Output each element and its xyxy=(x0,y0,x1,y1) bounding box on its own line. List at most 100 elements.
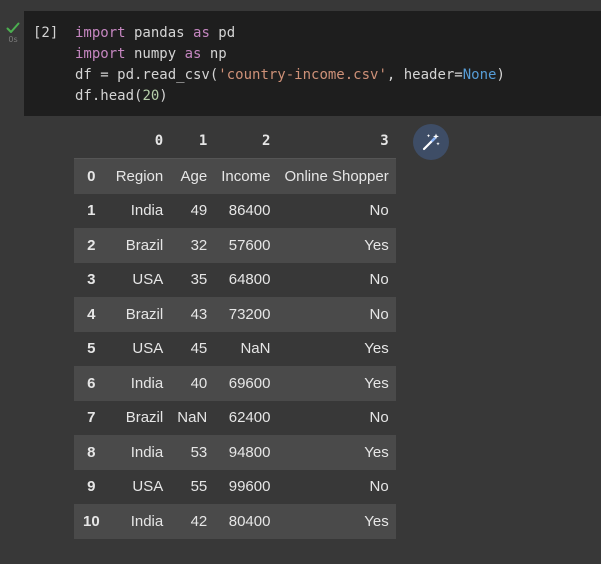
row-index-cell: 6 xyxy=(87,374,96,392)
table-cell: 45 xyxy=(190,340,208,358)
table-cell: 35 xyxy=(190,271,208,289)
table-row: 2 Brazil 32 57600 Yes xyxy=(74,228,396,263)
table-cell: 69600 xyxy=(228,374,271,392)
interactive-table-button[interactable] xyxy=(413,124,449,160)
code-token: ) xyxy=(159,88,168,104)
table-cell: India xyxy=(130,374,164,392)
row-index-cell: 1 xyxy=(87,202,96,220)
notebook-page: 0s [2] import pandas as pd import numpy a… xyxy=(0,0,601,564)
table-cell: No xyxy=(369,202,389,220)
code-token: numpy xyxy=(125,46,185,62)
execution-time: 0s xyxy=(8,35,18,44)
code-line: import pandas as pd xyxy=(75,23,505,44)
column-header-cell: 0 xyxy=(108,124,171,159)
row-index-cell: 10 xyxy=(83,512,100,530)
table-cell: India xyxy=(130,202,164,220)
table-cell: 42 xyxy=(190,512,208,530)
code-token: import xyxy=(75,46,126,62)
table-cell: 43 xyxy=(190,305,208,323)
column-header-cell: 3 xyxy=(277,124,396,159)
row-index-cell: 7 xyxy=(87,409,96,427)
column-header-cell: 1 xyxy=(170,124,215,159)
table-cell: No xyxy=(369,478,389,496)
table-row: 10 India 42 80400 Yes xyxy=(74,504,396,539)
table-row: 0 Region Age Income Online Shopper xyxy=(74,158,396,194)
execution-count: [2] xyxy=(33,25,59,41)
row-index-cell: 8 xyxy=(87,443,96,461)
table-cell: No xyxy=(369,305,389,323)
table-row: 8 India 53 94800 Yes xyxy=(74,435,396,470)
code-line: import numpy as np xyxy=(75,44,505,65)
cell-run-status[interactable]: 0s xyxy=(6,22,20,44)
code-cell[interactable]: [2] import pandas as pd import numpy as n… xyxy=(24,11,601,116)
table-cell: 99600 xyxy=(228,478,271,496)
table-cell: NaN xyxy=(240,340,271,358)
code-token: as xyxy=(184,46,202,62)
table-cell: 86400 xyxy=(228,202,271,220)
table-cell: 62400 xyxy=(228,409,271,427)
table-cell: 32 xyxy=(190,236,208,254)
index-header-cell xyxy=(74,124,109,159)
code-editor[interactable]: import pandas as pd import numpy as np df … xyxy=(75,23,505,107)
table-cell: 40 xyxy=(190,374,208,392)
table-cell: USA xyxy=(132,478,164,496)
table-cell: No xyxy=(369,409,389,427)
table-cell: Brazil xyxy=(125,409,164,427)
table-cell: 64800 xyxy=(228,271,271,289)
code-line: df.head(20) xyxy=(75,86,505,107)
table-cell: Online Shopper xyxy=(284,167,389,185)
row-index-cell: 3 xyxy=(87,271,96,289)
code-token: 'country-income.csv' xyxy=(218,67,387,83)
table-row: 6 India 40 69600 Yes xyxy=(74,366,396,401)
table-cell: Region xyxy=(115,167,164,185)
table-cell: Yes xyxy=(364,340,389,358)
row-index-cell: 5 xyxy=(87,340,96,358)
table-cell: Income xyxy=(221,167,271,185)
table-cell: 94800 xyxy=(228,443,271,461)
table-row: 1 India 49 86400 No xyxy=(74,193,396,228)
table-cell: USA xyxy=(132,340,164,358)
code-token: None xyxy=(462,67,497,83)
table-cell: 73200 xyxy=(228,305,271,323)
table-cell: Brazil xyxy=(125,236,164,254)
table-cell: No xyxy=(369,271,389,289)
table-cell: 57600 xyxy=(228,236,271,254)
table-cell: Yes xyxy=(364,512,389,530)
table-cell: USA xyxy=(132,271,164,289)
code-token: as xyxy=(193,25,210,41)
row-index-cell: 9 xyxy=(87,478,96,496)
table-row: 4 Brazil 43 73200 No xyxy=(74,297,396,332)
table-row: 7 Brazil NaN 62400 No xyxy=(74,400,396,435)
table-cell: India xyxy=(130,512,164,530)
code-token: import xyxy=(75,25,126,41)
code-token: ) xyxy=(496,67,505,83)
row-index-cell: 4 xyxy=(87,305,96,323)
table-cell: Yes xyxy=(364,236,389,254)
code-line: df = pd.read_csv('country-income.csv', h… xyxy=(75,65,505,86)
code-token: pandas xyxy=(125,25,194,41)
column-header-row: 0123 xyxy=(74,124,396,159)
table-cell: 53 xyxy=(190,443,208,461)
dataframe-table: 0123 0 Region Age Income Online Shopper 1 Indi… xyxy=(74,124,396,539)
table-row: 5 USA 45 NaN Yes xyxy=(74,331,396,366)
table-cell: Yes xyxy=(364,374,389,392)
table-cell: 49 xyxy=(190,202,208,220)
table-cell: Age xyxy=(180,167,208,185)
row-index-cell: 2 xyxy=(87,236,96,254)
dataframe-body: 0 Region Age Income Online Shopper 1 India 49 86… xyxy=(74,158,396,539)
row-index-cell: 0 xyxy=(87,167,96,185)
code-token: pd xyxy=(209,25,236,41)
code-token: , header= xyxy=(386,67,463,83)
magic-wand-icon xyxy=(422,133,440,151)
cell-output: 0123 0 Region Age Income Online Shopper 1 Indi… xyxy=(74,124,396,539)
table-cell: India xyxy=(130,443,164,461)
table-cell: Brazil xyxy=(125,305,164,323)
table-cell: 80400 xyxy=(228,512,271,530)
code-token: df = pd.read_csv( xyxy=(75,67,219,83)
table-row: 9 USA 55 99600 No xyxy=(74,469,396,504)
code-token: df.head( xyxy=(75,88,143,104)
code-token: 20 xyxy=(142,88,160,104)
check-icon xyxy=(6,22,20,33)
code-token: np xyxy=(201,46,227,62)
table-cell: 55 xyxy=(190,478,208,496)
